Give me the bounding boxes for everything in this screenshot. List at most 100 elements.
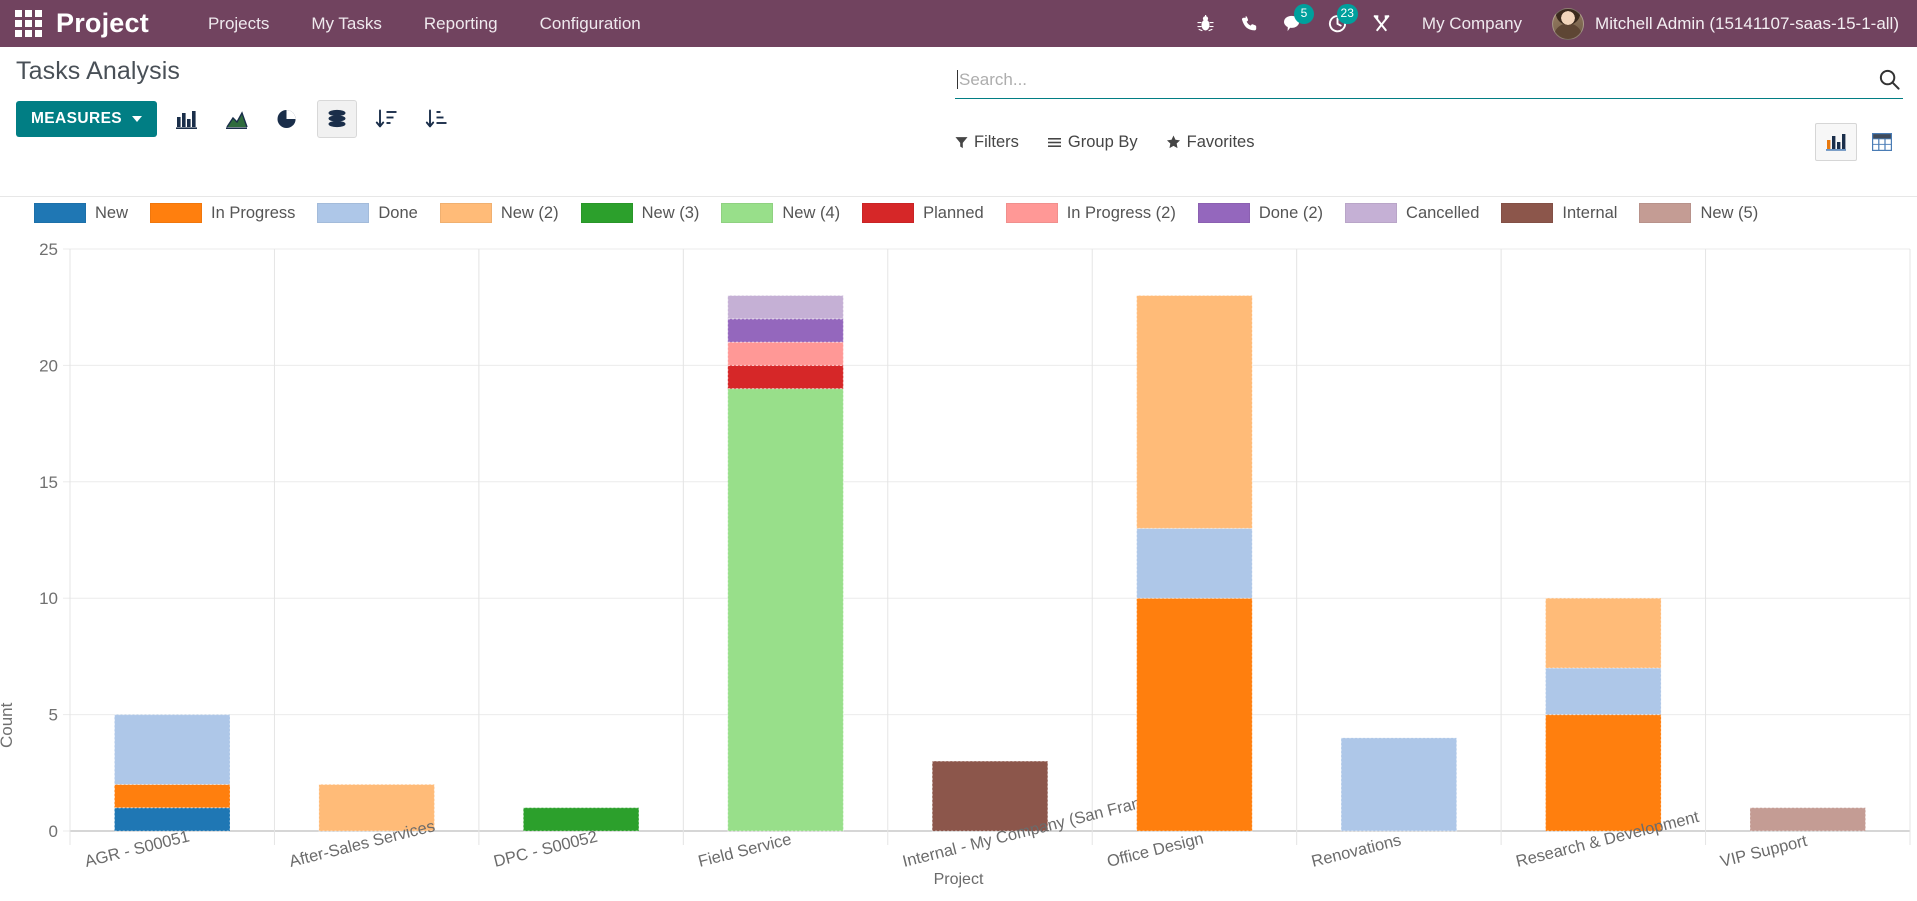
bar-chart-svg[interactable]: 0510152025AGR - S00051 After-Sales Servic… [0,243,1917,901]
legend-swatch [580,203,633,223]
search-box[interactable] [955,65,1903,99]
legend-swatch [1639,203,1692,223]
stacked-icon [328,109,346,128]
phone-icon [1241,15,1257,30]
legend-label: New (2) [500,203,559,222]
legend-item[interactable]: Planned [862,203,984,223]
graph-view: New In Progress Done New (2) New (3) New (4) P… [0,197,1917,901]
x-axis-tick: AGR - S00051 [83,827,191,870]
legend-label: Planned [923,203,984,222]
x-axis-tick: Office Design [1105,830,1205,871]
legend-label: New (5) [1700,203,1759,222]
graph-view-button[interactable] [1815,123,1857,161]
legend-item[interactable]: Cancelled [1345,203,1479,223]
legend-item[interactable]: Done [317,203,418,223]
legend-item[interactable]: Done (2) [1197,203,1323,223]
bar-segment[interactable] [1545,667,1662,716]
bar-segment[interactable] [1136,527,1253,599]
nav-reporting[interactable]: Reporting [403,0,519,47]
bar-segment[interactable] [727,295,844,320]
bar-segment[interactable] [1136,597,1253,832]
y-axis-tick: 10 [39,589,58,608]
chart-legend: New In Progress Done New (2) New (3) New (4) P… [0,203,1917,223]
apps-menu-button[interactable] [0,0,56,47]
sort-desc-button[interactable] [367,100,407,138]
bar-segment[interactable] [1136,295,1253,529]
bar-segment[interactable] [113,783,231,809]
sort-asc-button[interactable] [417,100,457,138]
search-panel [955,65,1903,99]
messages-icon-button[interactable]: 5 [1272,0,1316,47]
plot-area: Count Project 0 5 10 15 20 25 AGR - S00051 Afte… [0,243,1917,901]
legend-item[interactable]: New (5) [1639,203,1758,223]
groupby-dropdown[interactable]: Group By [1047,127,1152,158]
bar-segment[interactable] [113,807,231,832]
legend-item[interactable]: New (2) [439,203,559,223]
bar-segment[interactable] [727,364,844,390]
legend-label: In Progress (2) [1066,203,1176,222]
x-axis-tick: VIP Support [1719,832,1810,871]
legend-item[interactable]: New (3) [580,203,699,223]
favorites-dropdown[interactable]: Favorites [1166,127,1269,158]
legend-swatch [862,203,915,223]
line-chart-button[interactable] [217,100,257,138]
user-menu[interactable]: Mitchell Admin (15141107-saas-15-1-all) [1540,7,1917,40]
bug-icon [1197,15,1214,32]
nav-projects[interactable]: Projects [187,0,290,47]
bar-chart-button[interactable] [167,100,207,138]
bar-segment[interactable] [1340,737,1458,832]
search-input[interactable] [959,69,1878,90]
bar-segment[interactable] [1545,597,1662,669]
top-navbar: Project Projects My Tasks Reporting Conf… [0,0,1917,47]
hamburger-icon [1047,137,1061,147]
legend-label: Cancelled [1406,203,1480,222]
pivot-view-button[interactable] [1861,123,1903,161]
legend-item[interactable]: In Progress (2) [1005,203,1176,223]
bar-segment[interactable] [113,714,231,785]
bar-segment[interactable] [1749,807,1867,832]
star-icon [1166,135,1180,149]
phone-icon-button[interactable] [1228,0,1272,47]
legend-swatch [1345,203,1398,223]
app-brand[interactable]: Project [56,8,149,39]
tools-icon-button[interactable] [1360,0,1404,47]
legend-swatch [317,203,370,223]
user-name: Mitchell Admin (15141107-saas-15-1-all) [1595,13,1899,33]
sort-desc-icon [375,109,397,128]
magnifier-icon[interactable] [1878,68,1901,91]
legend-item[interactable]: New [34,203,128,223]
bar-chart-icon [176,111,198,129]
legend-item[interactable]: In Progress [150,203,295,223]
avatar [1552,7,1585,40]
stacked-button[interactable] [317,100,358,138]
bar-segment[interactable] [727,388,844,832]
company-switcher[interactable]: My Company [1404,14,1540,34]
messages-badge: 5 [1293,4,1314,24]
pie-chart-icon [277,110,296,128]
legend-item[interactable]: New (4) [721,203,840,223]
y-axis-tick: 0 [49,822,58,841]
bar-segment[interactable] [727,341,844,366]
nav-my-tasks[interactable]: My Tasks [290,0,403,47]
legend-swatch [721,203,774,223]
nav-configuration[interactable]: Configuration [519,0,662,47]
x-axis-tick: Renovations [1310,831,1403,871]
filters-dropdown[interactable]: Filters [955,127,1033,158]
legend-swatch [1501,203,1554,223]
measures-button[interactable]: MEASURES [16,101,158,137]
activities-icon-button[interactable]: 23 [1316,0,1360,47]
y-axis-tick: 15 [39,473,58,492]
legend-label: New (4) [782,203,841,222]
graph-toolbar: MEASURES [16,100,916,138]
legend-swatch [439,203,492,223]
control-panel: Tasks Analysis MEASURES Search... Filter… [0,47,1917,197]
bar-segment[interactable] [1545,714,1662,832]
legend-item[interactable]: Internal [1501,203,1617,223]
bar-segment[interactable] [522,807,640,832]
bug-icon-button[interactable] [1184,0,1228,47]
legend-label: In Progress [211,203,296,222]
bar-segment[interactable] [727,318,844,343]
measures-label: MEASURES [31,110,123,127]
pie-chart-button[interactable] [267,100,307,138]
control-panel-left: Tasks Analysis MEASURES [16,57,916,138]
